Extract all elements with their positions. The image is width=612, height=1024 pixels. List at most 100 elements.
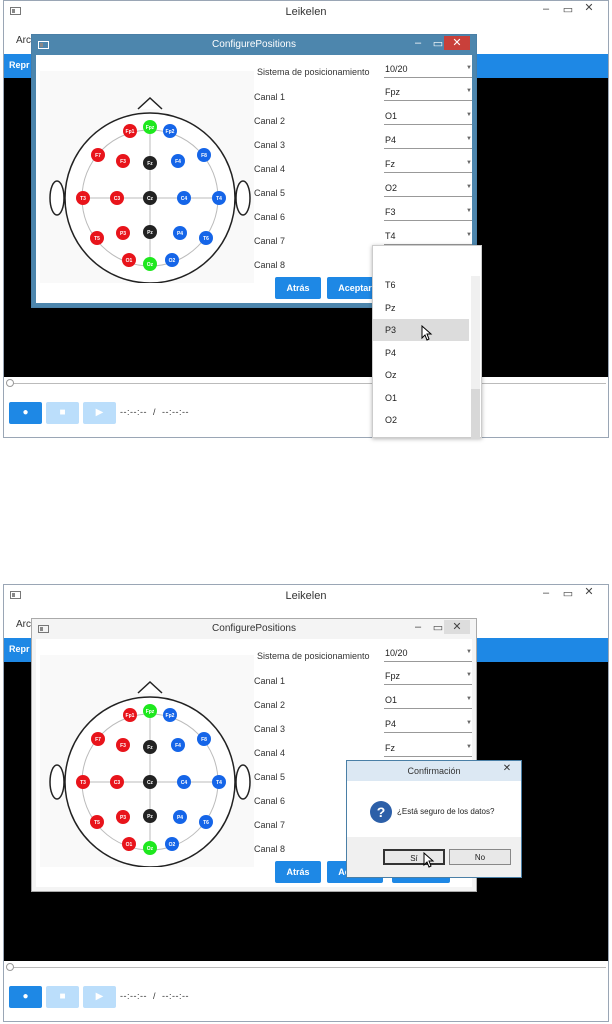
channel-dropdown-list[interactable]: T6 Pz P3 P4 Oz O1 O2 [372,245,482,439]
dropdown-option-o2[interactable]: O2 [373,409,469,431]
timeline-track-2[interactable] [8,967,606,968]
config-minimize-button-2[interactable]: – [408,621,428,633]
config-close-button-2[interactable]: ✕ [444,620,470,634]
toolbar-label-2[interactable]: Repr [9,644,30,654]
channel-combo-value-4-2: Fz [385,743,395,753]
electrode-label-fp2: Fp2 [166,129,175,135]
system-combo[interactable]: 10/20 ▼ [384,63,472,78]
electrode-label-fz: Fz [147,161,153,167]
channel-combo-4-2[interactable]: Fz ▼ [384,742,472,757]
eeg-head-diagram: Fp1 Fpz Fp2 F7 F3 Fz F4 F8 T3 C3 Cz C4 T4 T5 P3 Pz P4 T6 O… [49,96,251,284]
channel-combo-3-2[interactable]: P4 ▼ [384,718,472,733]
electrode-label-fz-2: Fz [147,745,153,751]
confirmation-title-bar: Confirmación ✕ [347,761,521,781]
electrode-label-c3-2: C3 [114,780,121,786]
yes-button[interactable]: Sí [383,849,445,865]
electrode-label-t5-2: T5 [94,820,100,826]
channel-combo-3[interactable]: P4 ▼ [384,134,472,149]
time-separator-2: / [153,991,157,1001]
chevron-down-icon: ▼ [466,112,472,118]
dropdown-option-oz[interactable]: Oz [373,364,469,386]
channel-combo-2[interactable]: O1 ▼ [384,110,472,125]
electrode-label-f7: F7 [95,153,101,159]
stop-button-2[interactable]: ■ [46,986,79,1008]
electrode-label-f7-2: F7 [95,737,101,743]
timeline-track[interactable] [8,383,606,384]
channel-combo-1-2[interactable]: Fpz ▼ [384,670,472,685]
channel-combo-1[interactable]: Fpz ▼ [384,86,472,101]
dropdown-scroll-thumb[interactable] [471,389,480,439]
electrode-label-oz-2: Oz [147,846,154,852]
close-button-2[interactable]: ✕ [574,585,604,602]
toolbar-label[interactable]: Repr [9,60,30,70]
electrode-label-p3: P3 [120,231,126,237]
record-button[interactable]: ● [9,402,42,424]
channel-label-6-2: Canal 6 [254,796,286,806]
channel-combo-value-4: Fz [385,159,395,169]
config-title-bar-2: ConfigurePositions – ▭ ✕ [32,619,476,639]
channel-combo-value-3-2: P4 [385,719,397,729]
channel-combo-7[interactable]: T4 ▼ [384,230,472,245]
electrode-label-o2: O2 [169,258,176,264]
electrode-label-c4: C4 [181,196,188,202]
chevron-down-icon: ▼ [466,136,472,142]
electrode-label-fp1: Fp1 [126,129,135,135]
record-button-2[interactable]: ● [9,986,42,1008]
timeline-knob-2[interactable] [6,963,14,971]
chevron-down-icon-2: ▼ [466,696,472,702]
time-separator: / [153,407,157,417]
channel-combo-5[interactable]: O2 ▼ [384,182,472,197]
channel-combo-value-2-2: O1 [385,695,398,705]
channel-combo-value-2: O1 [385,111,398,121]
electrode-label-t6: T6 [203,236,209,242]
minimize-button-2[interactable]: – [536,587,556,599]
electrode-label-f8: F8 [201,153,207,159]
time-total-2: --:--:-- [162,991,190,1001]
dropdown-option-t6[interactable]: T6 [373,274,469,296]
back-button-2[interactable]: Atrás [275,861,321,883]
electrode-label-f8-2: F8 [201,737,207,743]
electrode-label-fpz: Fpz [146,125,155,131]
channel-label-1: Canal 1 [254,92,286,102]
dropdown-option-p4[interactable]: P4 [373,342,469,364]
config-minimize-button[interactable]: – [408,37,428,49]
channel-label-3-2: Canal 3 [254,724,286,734]
channel-label-5: Canal 5 [254,188,286,198]
chevron-down-icon: ▼ [466,208,472,214]
system-label-2: Sistema de posicionamiento [257,651,370,661]
channel-combo-value-6: F3 [385,207,396,217]
play-button-2[interactable]: ▶ [83,986,116,1008]
eeg-head-diagram-2: Fp1 Fpz Fp2 F7 F3 Fz F4 F8 T3 C3 Cz C4 T4 T5 P3 Pz P4 T6 O… [49,680,251,868]
no-button[interactable]: No [449,849,511,865]
stop-button[interactable]: ■ [46,402,79,424]
close-button[interactable]: ✕ [574,1,604,18]
channel-combo-value-1-2: Fpz [385,671,401,681]
electrode-label-f4: F4 [175,159,181,165]
dropdown-option-o1[interactable]: O1 [373,387,469,409]
channel-combo-value-7: T4 [385,231,396,241]
chevron-down-icon-2: ▼ [466,744,472,750]
back-button[interactable]: Atrás [275,277,321,299]
menu-item-archivo[interactable]: Arc [16,35,31,46]
electrode-label-cz: Cz [147,196,154,202]
left-ear-shape [49,180,65,216]
timeline-knob[interactable] [6,379,14,387]
window-title: Leikelen [285,6,327,18]
electrode-label-fp1-2: Fp1 [126,713,135,719]
play-button[interactable]: ▶ [83,402,116,424]
electrode-label-t4-2: T4 [216,780,222,786]
minimize-button[interactable]: – [536,3,556,15]
menu-item-archivo-2[interactable]: Arc [16,619,31,630]
chevron-down-icon: ▼ [466,232,472,238]
dropdown-option-pz[interactable]: Pz [373,297,469,319]
confirmation-close-button[interactable]: ✕ [497,763,517,777]
system-combo-2[interactable]: 10/20 ▼ [384,647,472,662]
config-close-button[interactable]: ✕ [444,36,470,50]
electrode-label-t4: T4 [216,196,222,202]
channel-combo-6[interactable]: F3 ▼ [384,206,472,221]
channel-combo-2-2[interactable]: O1 ▼ [384,694,472,709]
electrode-label-p3-2: P3 [120,815,126,821]
channel-combo-4[interactable]: Fz ▼ [384,158,472,173]
time-display: --:--:-- / --:--:-- [120,407,189,417]
channel-label-6: Canal 6 [254,212,286,222]
